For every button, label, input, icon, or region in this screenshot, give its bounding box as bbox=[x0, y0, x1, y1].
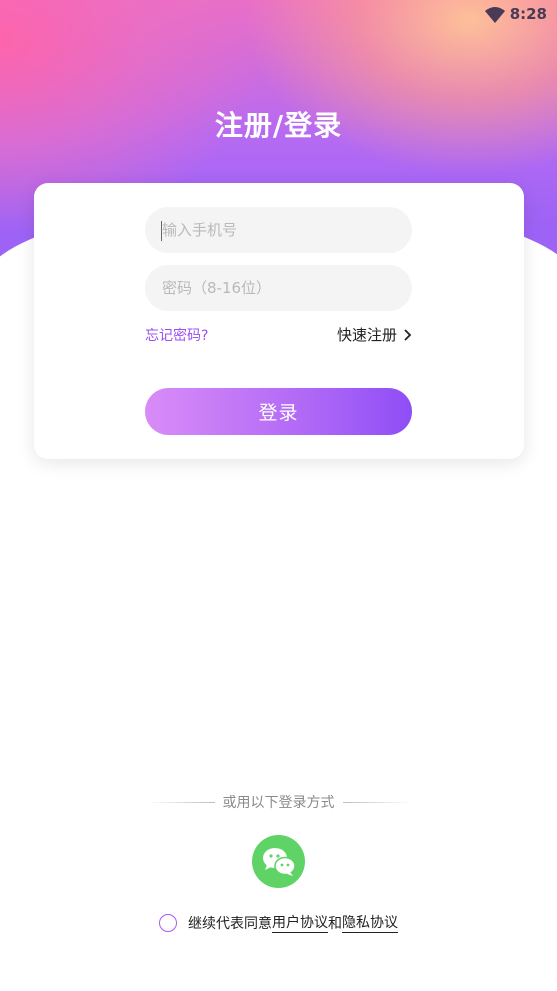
divider-line-left bbox=[146, 801, 215, 803]
agreement-conjunction: 和 bbox=[328, 915, 342, 932]
divider-line-right bbox=[342, 801, 411, 803]
login-card: 忘记密码? 快速注册 登录 bbox=[34, 183, 524, 459]
login-screen: 8:28 注册/登录 忘记密码? 快速注册 登录 或用以下登录方式 bbox=[0, 0, 557, 991]
password-input[interactable] bbox=[145, 265, 412, 311]
wechat-icon bbox=[262, 847, 296, 876]
status-bar: 8:28 bbox=[0, 0, 557, 30]
chevron-right-icon bbox=[404, 328, 412, 341]
agreement-prefix: 继续代表同意 bbox=[188, 915, 272, 932]
other-login-label: 或用以下登录方式 bbox=[222, 795, 335, 811]
forgot-password-link[interactable]: 忘记密码? bbox=[145, 325, 208, 345]
text-cursor bbox=[161, 221, 162, 241]
page-title: 注册/登录 bbox=[214, 109, 343, 142]
quick-register-label: 快速注册 bbox=[336, 326, 397, 344]
user-agreement-link[interactable]: 用户协议 bbox=[272, 912, 328, 933]
agreement-row: 继续代表同意 用户协议 和 隐私协议 bbox=[0, 912, 557, 933]
wifi-icon bbox=[485, 7, 505, 23]
status-time: 8:28 bbox=[509, 5, 547, 23]
other-login-divider: 或用以下登录方式 bbox=[0, 792, 557, 812]
wechat-login-button[interactable] bbox=[252, 835, 305, 888]
quick-register-link[interactable]: 快速注册 bbox=[337, 324, 413, 345]
phone-input[interactable] bbox=[145, 207, 412, 253]
agree-checkbox[interactable] bbox=[159, 913, 177, 932]
privacy-agreement-link[interactable]: 隐私协议 bbox=[342, 912, 398, 933]
login-button[interactable]: 登录 bbox=[145, 388, 412, 435]
